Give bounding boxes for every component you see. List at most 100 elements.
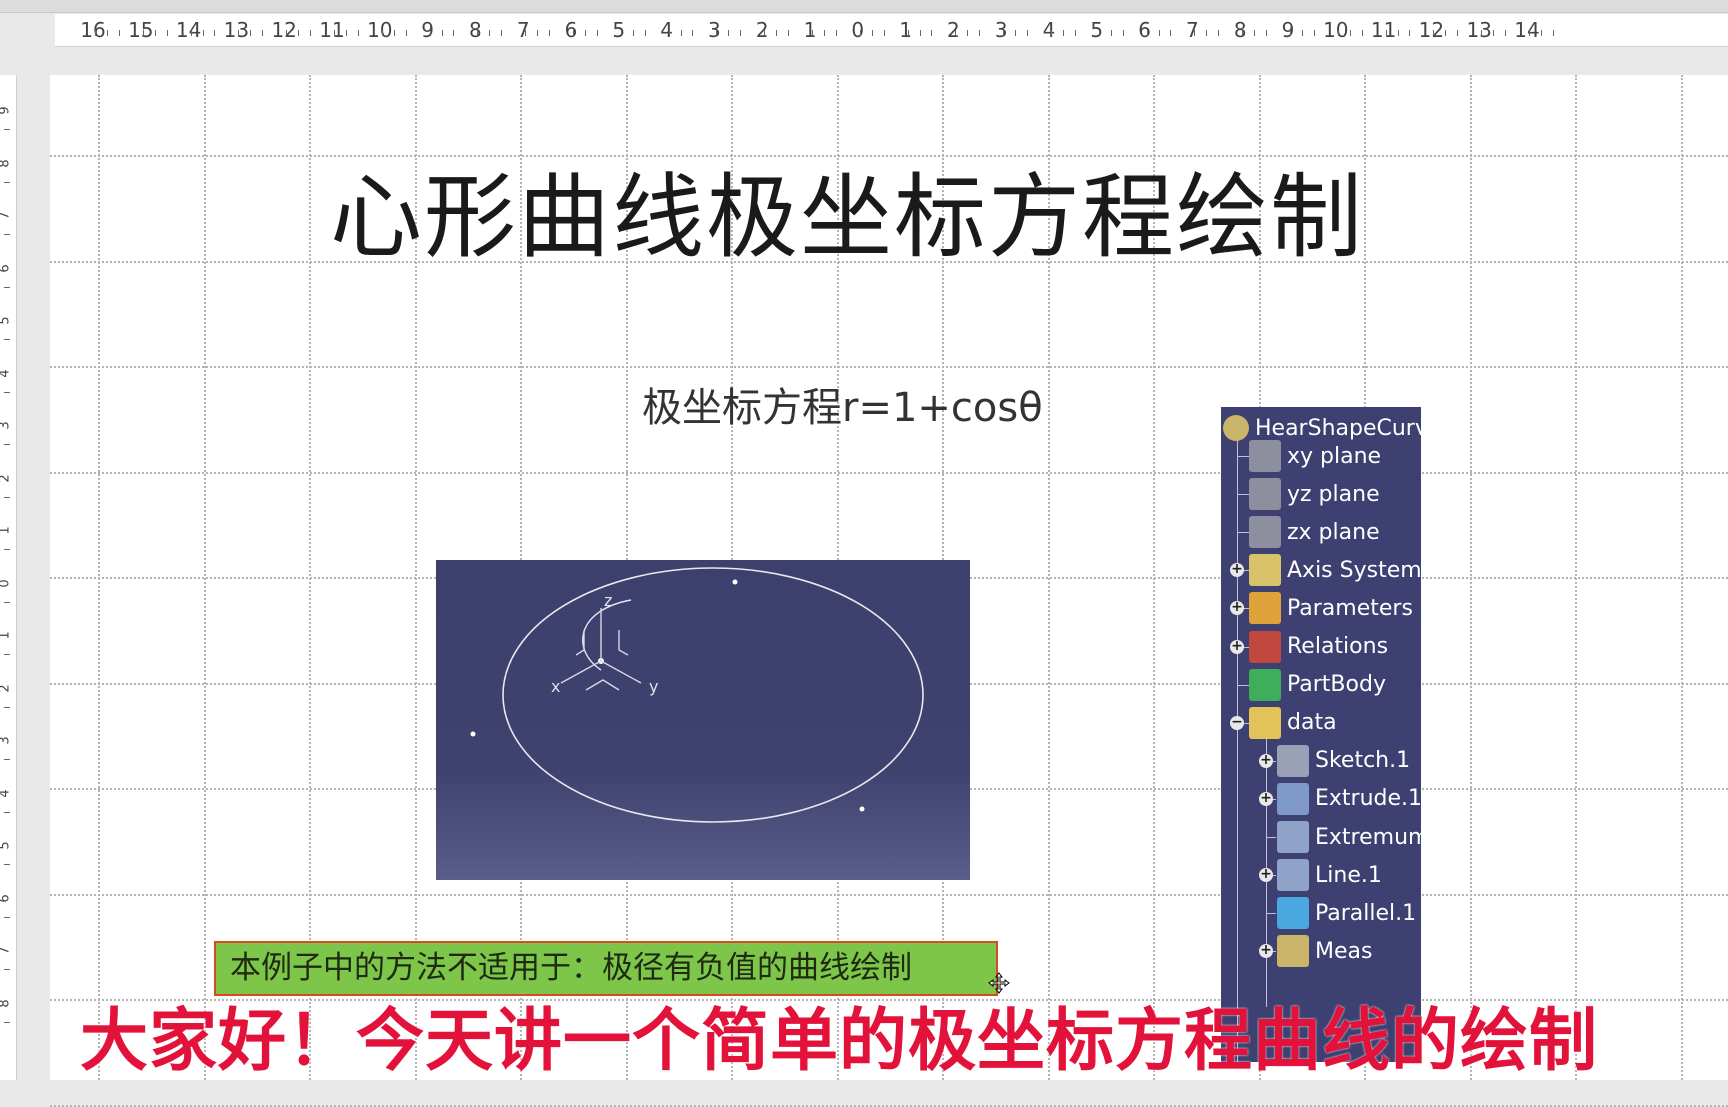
ruler-tick [907,30,909,36]
tree-item-label: yz plane [1287,481,1380,507]
tree-item-label: Parallel.1 [1315,900,1417,926]
plane-icon [1249,440,1281,472]
ruler-tick [393,30,395,36]
ruler-tick [1457,30,1459,36]
ruler-number: 2 [947,18,960,42]
ruler-tick [835,30,837,36]
product-gear-icon [1223,415,1249,441]
expand-icon[interactable]: + [1230,639,1244,654]
tree-item-sketch-1[interactable]: Sketch.1 [1277,742,1410,780]
ruler-tick [1003,30,1005,36]
ruler-tick [1158,30,1160,36]
slide-title[interactable]: 心形曲线极坐标方程绘制 [330,153,1610,283]
ruler-tick [919,30,921,36]
tree-item-extrude-1[interactable]: Extrude.1 [1277,780,1421,818]
ruler-tick [1015,30,1017,36]
ruler-tick [154,30,156,36]
tree-connector [1266,837,1276,838]
tree-item-partbody[interactable]: PartBody [1249,666,1386,704]
ruler-number: 7 [516,18,530,42]
ruler-tick [584,30,586,36]
ruler-tick [1206,30,1208,36]
measure-icon [1277,935,1309,968]
ruler-tick [1505,30,1507,36]
tree-item-zx-plane[interactable]: zx plane [1249,513,1380,551]
ruler-tick [357,30,359,36]
tree-connector [1266,913,1276,915]
tree-item-yz-plane[interactable]: yz plane [1249,475,1380,513]
tree-item-axis-system[interactable]: Axis System [1249,551,1421,589]
tree-item-meas[interactable]: Meas [1277,932,1372,970]
ruler-tick [549,30,551,36]
ruler-tick [501,30,503,36]
tree-item-label: Extremum [1315,824,1421,850]
ruler-tick [1361,30,1363,36]
ruler-tick [1528,30,1530,36]
ruler-tick [118,30,120,36]
ribbon-edge [0,0,1728,13]
catia-3d-viewport[interactable]: z x y [436,560,970,880]
tree-item-extremum[interactable]: Extremum [1277,818,1421,856]
catia-specification-tree[interactable]: HearShapeCurv xy plane yz plane zx plane Ax… [1221,407,1421,1062]
ruler-number: 5 [0,316,13,324]
ruler-tick [333,30,335,36]
ruler-tick [250,30,252,36]
collapse-icon[interactable]: − [1230,715,1244,730]
ruler-number: 7 [0,211,13,219]
ruler-tick [740,30,742,36]
cardioid-curve-render: z x y [470,567,924,823]
tree-item-line-1[interactable]: Line.1 [1277,856,1382,894]
ruler-number: 14 [1514,18,1540,42]
ruler-tick [4,234,10,236]
vertical-ruler[interactable]: 9 8 7 6 5 4 3 2 1 0 1 2 3 4 5 6 7 8 [0,75,17,1080]
ruler-tick [190,30,192,36]
expand-icon[interactable]: + [1259,943,1273,959]
tree-item-parameters[interactable]: Parameters [1249,589,1413,627]
ruler-number: 3 [994,18,1008,42]
ruler-tick [4,286,10,288]
tree-item-label: data [1287,710,1337,736]
tree-item-data[interactable]: data [1249,704,1337,742]
expand-icon[interactable]: + [1259,753,1273,768]
ruler-tick [1027,30,1029,36]
ruler-number: 1 [0,526,13,534]
ruler-tick [238,30,240,36]
horizontal-ruler[interactable]: 16 15 14 13 12 11 10 9 8 7 6 5 4 3 2 1 0 1 2 3 4 5 6 7 8 9 10 11 12 1… [55,14,1728,47]
grid-line [50,1104,1728,1107]
ruler-tick [979,30,981,36]
ruler-tick [1218,30,1220,36]
ruler-number: 0 [0,579,13,587]
expand-icon[interactable]: + [1259,791,1273,806]
tree-item-parallel-1[interactable]: Parallel.1 [1277,894,1416,932]
ruler-tick [1301,30,1303,36]
slide-subtitle[interactable]: 极坐标方程r=1+cosθ [642,375,1043,433]
ruler-tick [1397,30,1399,36]
tree-item-label: zx plane [1287,519,1380,545]
ruler-tick [1146,30,1148,36]
ruler-number: 6 [564,18,578,42]
ruler-tick [1242,30,1244,36]
ruler-number: 11 [1370,18,1397,42]
expand-icon[interactable]: + [1230,562,1244,578]
grid-line [98,75,100,1080]
ruler-tick [4,759,10,761]
curve-point [859,806,865,812]
ruler-tick [931,30,933,36]
ruler-tick [381,30,383,36]
ruler-number: 13 [223,18,250,42]
expand-icon[interactable]: + [1230,600,1244,616]
ruler-tick [1445,30,1447,36]
ruler-number: 4 [0,789,13,797]
extrude-icon [1277,782,1309,815]
ruler-tick [262,30,264,36]
ruler-tick [429,30,431,36]
tree-connector [1237,437,1238,1062]
ruler-number: 8 [0,159,13,167]
tree-item-relations[interactable]: Relations [1249,628,1388,666]
expand-icon[interactable]: + [1259,867,1273,883]
tree-item-xy-plane[interactable]: xy plane [1249,437,1381,475]
ruler-number: 10 [367,18,393,42]
ruler-tick [4,916,10,918]
ruler-number: 3 [0,736,13,744]
ruler-tick [1337,30,1339,36]
